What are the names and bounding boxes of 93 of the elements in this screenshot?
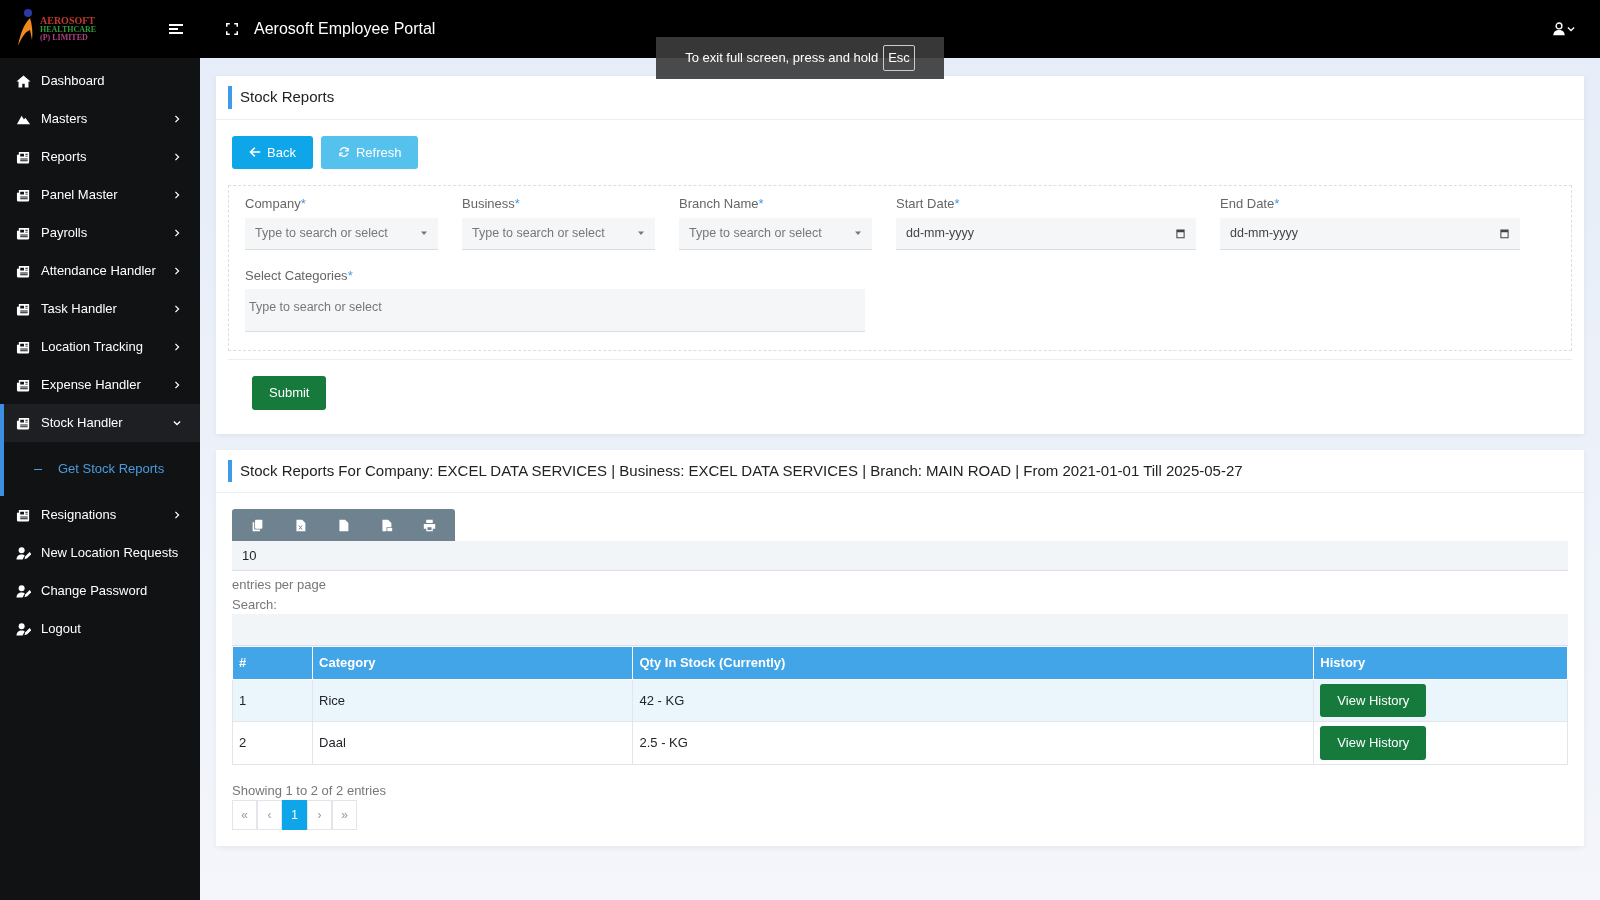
column-header: Category xyxy=(312,646,633,679)
page-size-field[interactable]: 10 xyxy=(232,541,1568,571)
newspaper-icon xyxy=(16,377,31,393)
view-history-button[interactable]: View History xyxy=(1320,726,1427,760)
dropdown-caret-icon xyxy=(637,229,645,237)
field-label: Business* xyxy=(462,195,521,213)
column-header: # xyxy=(232,646,313,679)
chevron-right-icon xyxy=(172,342,182,352)
app-title: Aerosoft Employee Portal xyxy=(254,19,436,39)
caret-icon xyxy=(1566,24,1576,34)
select-field[interactable]: Type to search or select xyxy=(245,217,438,250)
chevron-right-icon xyxy=(172,114,182,124)
column-header: Qty In Stock (Currently) xyxy=(633,646,1314,679)
view-history-button[interactable]: View History xyxy=(1320,683,1427,717)
home-icon xyxy=(16,73,31,89)
refresh-icon xyxy=(337,146,350,159)
field-label: Start Date* xyxy=(896,195,961,213)
sidebar-item[interactable]: Attendance Handler xyxy=(0,252,200,290)
newspaper-icon xyxy=(16,301,31,317)
calendar-icon[interactable] xyxy=(1175,227,1186,239)
date-field[interactable]: dd-mm-yyyy xyxy=(1220,217,1520,250)
sidebar-item[interactable]: New Location Requests xyxy=(0,534,200,572)
logo-text: AEROSOFT xyxy=(40,16,96,26)
newspaper-icon xyxy=(16,187,31,203)
date-field[interactable]: dd-mm-yyyy xyxy=(896,217,1196,250)
select-field[interactable]: Type to search or select xyxy=(462,217,655,250)
newspaper-icon xyxy=(16,149,31,165)
newspaper-icon xyxy=(16,225,31,241)
table-cell: Daal xyxy=(312,721,633,764)
chevron-right-icon xyxy=(172,380,182,390)
search-label: Search: xyxy=(232,595,278,614)
table-cell: 42 - KG xyxy=(633,679,1314,722)
menu-icon[interactable] xyxy=(168,21,184,37)
dropdown-caret-icon xyxy=(854,229,862,237)
sidebar-item[interactable]: Payrolls xyxy=(0,214,200,252)
excel-file-icon xyxy=(294,518,307,532)
card-title: Stock Reports For Company: EXCEL DATA SERVICES | Business: EXCEL DATA SERVICES | Branch: MAIN ROAD | From 2021-01-01 Till 2025-05-27 xyxy=(228,459,1572,482)
sidebar-item[interactable]: Masters xyxy=(0,100,200,138)
file-icon xyxy=(337,518,350,532)
chevron-right-icon xyxy=(172,190,182,200)
column-header: History xyxy=(1313,646,1568,679)
user-icon xyxy=(1552,22,1566,36)
logo-text: HEALTHCARE xyxy=(40,26,97,34)
chevron-right-icon xyxy=(172,304,182,314)
sidebar-item[interactable]: Logout xyxy=(0,610,200,648)
sidebar-item[interactable]: Change Password xyxy=(0,572,200,610)
field-label: End Date* xyxy=(1220,195,1281,213)
logo-text: (P) LIMITED xyxy=(40,34,89,42)
field-label: Branch Name* xyxy=(679,195,765,213)
arrow-left-icon xyxy=(249,146,261,159)
table-info: Showing 1 to 2 of 2 entries xyxy=(232,781,387,800)
chevron-right-icon xyxy=(172,152,182,162)
newspaper-icon xyxy=(16,415,31,431)
pdf-file-icon xyxy=(380,518,393,532)
page-size-select[interactable]: 10 xyxy=(242,545,257,566)
select-field[interactable]: Type to search or select xyxy=(679,217,872,250)
user-edit-icon xyxy=(16,545,31,561)
sidebar-item[interactable]: Dashboard xyxy=(0,62,200,100)
sidebar-item[interactable]: Expense Handler xyxy=(0,366,200,404)
sidebar-item[interactable]: Panel Master xyxy=(0,176,200,214)
user-menu-button[interactable] xyxy=(1552,22,1576,36)
table-cell: 1 xyxy=(232,679,313,722)
chevron-down-icon xyxy=(172,418,182,428)
sidebar-item[interactable]: Task Handler xyxy=(0,290,200,328)
card-title: Stock Reports xyxy=(228,86,1572,109)
submit-button[interactable]: Submit xyxy=(252,376,327,410)
user-edit-icon xyxy=(16,621,31,637)
user-edit-icon xyxy=(16,583,31,599)
field-label: Select Categories* xyxy=(245,266,354,285)
newspaper-icon xyxy=(16,339,31,355)
sidebar-item[interactable]: Stock Handler xyxy=(0,404,200,442)
chevron-right-icon xyxy=(172,510,182,520)
sidebar-item[interactable]: Location Tracking xyxy=(0,328,200,366)
search-field[interactable] xyxy=(232,614,1568,646)
printer-icon xyxy=(423,518,436,532)
table-cell: Rice xyxy=(312,679,633,722)
newspaper-icon xyxy=(16,507,31,523)
newspaper-icon xyxy=(16,263,31,279)
table-cell: 2.5 - KG xyxy=(633,721,1314,764)
dropdown-caret-icon xyxy=(420,229,428,237)
chevron-right-icon xyxy=(172,266,182,276)
chevron-right-icon xyxy=(172,228,182,238)
sidebar-item[interactable]: Reports xyxy=(0,138,200,176)
copy-icon xyxy=(251,518,264,532)
page-size-label: entries per page xyxy=(232,576,327,594)
multiselect-field[interactable]: Type to search or select xyxy=(245,289,865,332)
key-hint: Esc xyxy=(883,45,915,71)
table-cell: 2 xyxy=(232,721,313,764)
calendar-icon[interactable] xyxy=(1499,227,1510,239)
fullscreen-icon[interactable] xyxy=(226,23,238,35)
field-label: Company* xyxy=(245,195,307,213)
sidebar-item[interactable]: Resignations xyxy=(0,496,200,534)
notice-text: To exit full screen, press and hold xyxy=(685,49,879,68)
